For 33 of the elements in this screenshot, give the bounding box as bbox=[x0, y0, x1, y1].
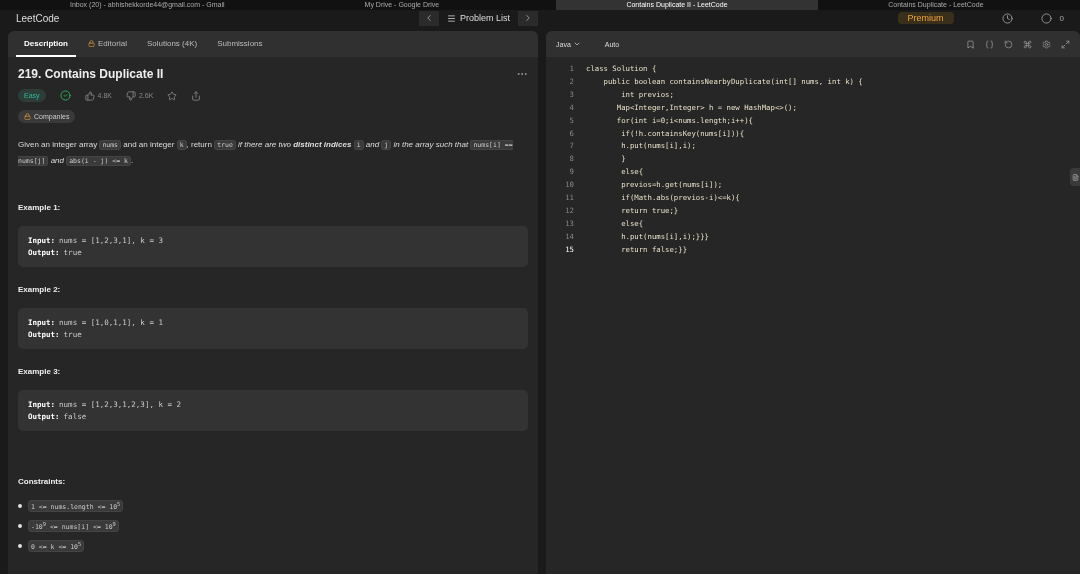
logo[interactable]: LeetCode bbox=[16, 12, 60, 24]
document-icon bbox=[1071, 173, 1079, 181]
constraints-heading: Constraints: bbox=[18, 477, 67, 486]
problem-title: 219. Contains Duplicate II bbox=[18, 67, 164, 81]
panel-tab[interactable]: Solutions (4K) bbox=[138, 31, 206, 57]
premium-button[interactable]: Premium bbox=[897, 12, 954, 24]
streak-count: 0 bbox=[1059, 13, 1064, 23]
panel-tab[interactable]: Submissions bbox=[209, 31, 271, 57]
example-heading: Example 2: bbox=[18, 285, 62, 294]
next-button[interactable] bbox=[517, 10, 538, 26]
clock-icon[interactable] bbox=[1001, 12, 1013, 24]
star-icon[interactable] bbox=[167, 90, 178, 101]
settings-icon[interactable] bbox=[1042, 39, 1051, 49]
braces-icon[interactable] bbox=[985, 39, 994, 49]
panel-tab[interactable]: Editorial bbox=[80, 31, 135, 57]
bullet bbox=[18, 504, 22, 509]
side-tab[interactable] bbox=[1070, 168, 1080, 186]
share-icon[interactable] bbox=[191, 90, 202, 101]
example-heading: Example 1: bbox=[18, 203, 62, 212]
problem-list-link[interactable]: Problem List bbox=[446, 13, 510, 23]
menu-icon bbox=[446, 13, 456, 23]
expand-icon[interactable] bbox=[1061, 39, 1070, 49]
example-heading: Example 3: bbox=[18, 367, 62, 376]
bookmark-icon[interactable] bbox=[966, 39, 975, 49]
previous-button[interactable] bbox=[418, 10, 439, 26]
chevron-down-icon bbox=[572, 40, 581, 48]
bullet bbox=[18, 544, 22, 549]
panel-tab[interactable]: Description bbox=[16, 31, 76, 57]
lock-icon bbox=[24, 113, 31, 120]
streak-icon[interactable] bbox=[1040, 12, 1052, 24]
bullet bbox=[18, 524, 22, 529]
reset-icon[interactable] bbox=[1004, 39, 1013, 49]
command-icon[interactable] bbox=[1023, 39, 1032, 49]
